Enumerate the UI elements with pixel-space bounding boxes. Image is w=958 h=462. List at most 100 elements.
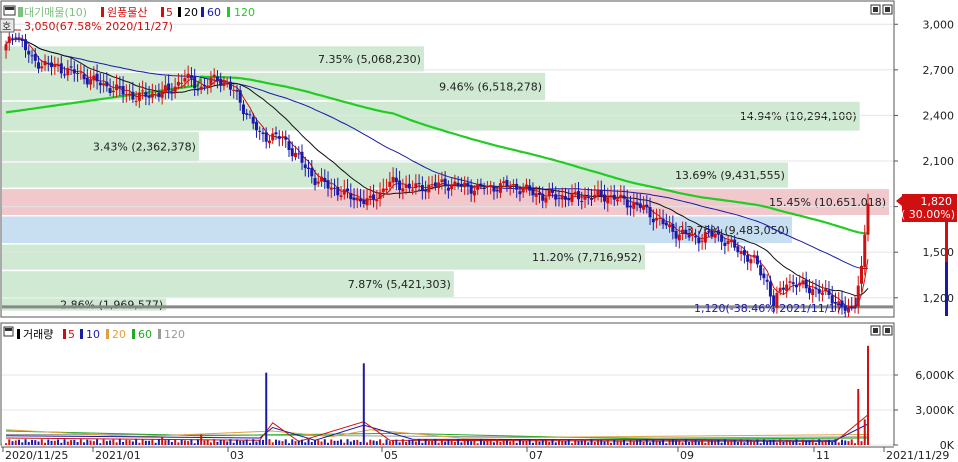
- volume-bar: [548, 441, 551, 445]
- volume-bar: [541, 440, 544, 445]
- candle-body: [160, 90, 164, 98]
- volume-bar: [213, 439, 216, 445]
- legend-ma20: 20: [184, 6, 198, 19]
- volume-bar: [727, 441, 730, 445]
- close-icon-inner: [885, 7, 890, 12]
- volume-bar: [366, 442, 369, 445]
- volume-bar: [356, 439, 359, 445]
- candle-body: [274, 132, 278, 135]
- volume-bar: [525, 440, 528, 445]
- volume-bar: [626, 442, 629, 445]
- candle-body: [778, 287, 782, 292]
- volume-bar: [772, 439, 775, 445]
- volume-bar: [180, 439, 183, 445]
- volume-bar: [395, 439, 398, 445]
- volume-bar: [206, 439, 209, 445]
- volume-bar: [44, 442, 47, 445]
- volume-bar: [226, 441, 229, 445]
- volume-bar: [662, 439, 665, 445]
- volume-bar: [743, 442, 746, 445]
- volume-bar: [720, 442, 723, 445]
- volume-bar: [362, 363, 365, 445]
- volume-bar: [18, 439, 21, 445]
- price-tick-label: 2,400: [923, 109, 955, 122]
- candle-body: [235, 89, 239, 92]
- volume-bar: [27, 441, 30, 445]
- candle-body: [63, 74, 67, 76]
- legend-scroll-glyph: 호: [2, 21, 11, 33]
- legend-ma5: 5: [166, 6, 173, 19]
- volume-bar: [665, 443, 668, 445]
- legend-stock: 원풍물산: [107, 6, 147, 19]
- volume-bar: [401, 439, 404, 445]
- candle-body: [76, 72, 80, 74]
- vma20-swatch: [106, 329, 109, 339]
- volume-bar: [509, 441, 512, 445]
- volume-bar: [294, 441, 297, 445]
- candle-body: [791, 282, 795, 285]
- volume-bar: [314, 439, 317, 445]
- volume-bar: [265, 372, 268, 445]
- volume-bar: [463, 439, 466, 445]
- candle-body: [150, 93, 154, 98]
- candle-body: [606, 197, 610, 204]
- volume-profile-label: 7.35% (5,068,230): [318, 53, 421, 66]
- candle-body: [642, 205, 646, 210]
- volume-bar: [756, 439, 759, 445]
- volume-bar: [483, 441, 486, 445]
- candle-body: [176, 82, 180, 86]
- volume-bar: [850, 439, 853, 445]
- candle-body: [690, 234, 694, 236]
- legend-ma120: 120: [234, 6, 255, 19]
- volume-bar: [14, 440, 17, 445]
- candle-body: [485, 185, 489, 188]
- candle-body: [417, 183, 421, 185]
- candle-body: [121, 86, 125, 95]
- volume-bar: [57, 439, 60, 445]
- volume-bar: [122, 441, 125, 445]
- candle-body: [355, 197, 359, 201]
- volume-bar: [170, 441, 173, 445]
- volume-bar: [21, 442, 24, 445]
- vp-legend-swatch: [18, 7, 23, 17]
- candle-body: [196, 89, 200, 91]
- volume-bar: [431, 440, 434, 445]
- volume-bar: [248, 442, 251, 445]
- volume-bar: [574, 439, 577, 445]
- candle-body: [186, 73, 190, 79]
- volume-bar: [805, 440, 808, 445]
- volume-bar: [860, 441, 863, 445]
- candle-body: [131, 91, 135, 100]
- legend-ma60: 60: [207, 6, 221, 19]
- volume-bar: [385, 439, 388, 445]
- volume-profile-label: 11.20% (7,716,952): [532, 251, 642, 264]
- candle-body: [570, 193, 574, 202]
- candle-body: [635, 202, 639, 205]
- volume-bar: [801, 439, 804, 445]
- candle-body: [222, 82, 226, 87]
- candle-body: [111, 90, 115, 93]
- candle-body: [378, 192, 382, 199]
- candle-body: [98, 82, 102, 86]
- volume-bar: [863, 419, 866, 445]
- volume-bar: [567, 439, 570, 445]
- volume-bar: [636, 440, 639, 445]
- candle-body: [450, 185, 454, 190]
- candle-body: [544, 197, 548, 203]
- volume-bar: [684, 439, 687, 445]
- candle-body: [824, 289, 828, 291]
- candle-body: [336, 187, 340, 196]
- volume-bar: [557, 439, 560, 445]
- candle-body: [677, 234, 681, 241]
- volume-bar: [623, 439, 626, 445]
- candle-body: [759, 265, 763, 276]
- volume-bar: [375, 441, 378, 445]
- candle-body: [489, 185, 493, 187]
- volume-bar: [323, 439, 326, 445]
- price-tick-label: 2,700: [923, 64, 955, 77]
- volume-bar: [528, 439, 531, 445]
- volume-bar: [261, 439, 264, 445]
- volume-bar: [427, 440, 430, 445]
- high-annotation: 3,050(67.58% 2020/11/27): [24, 20, 173, 33]
- candle-body: [24, 39, 28, 51]
